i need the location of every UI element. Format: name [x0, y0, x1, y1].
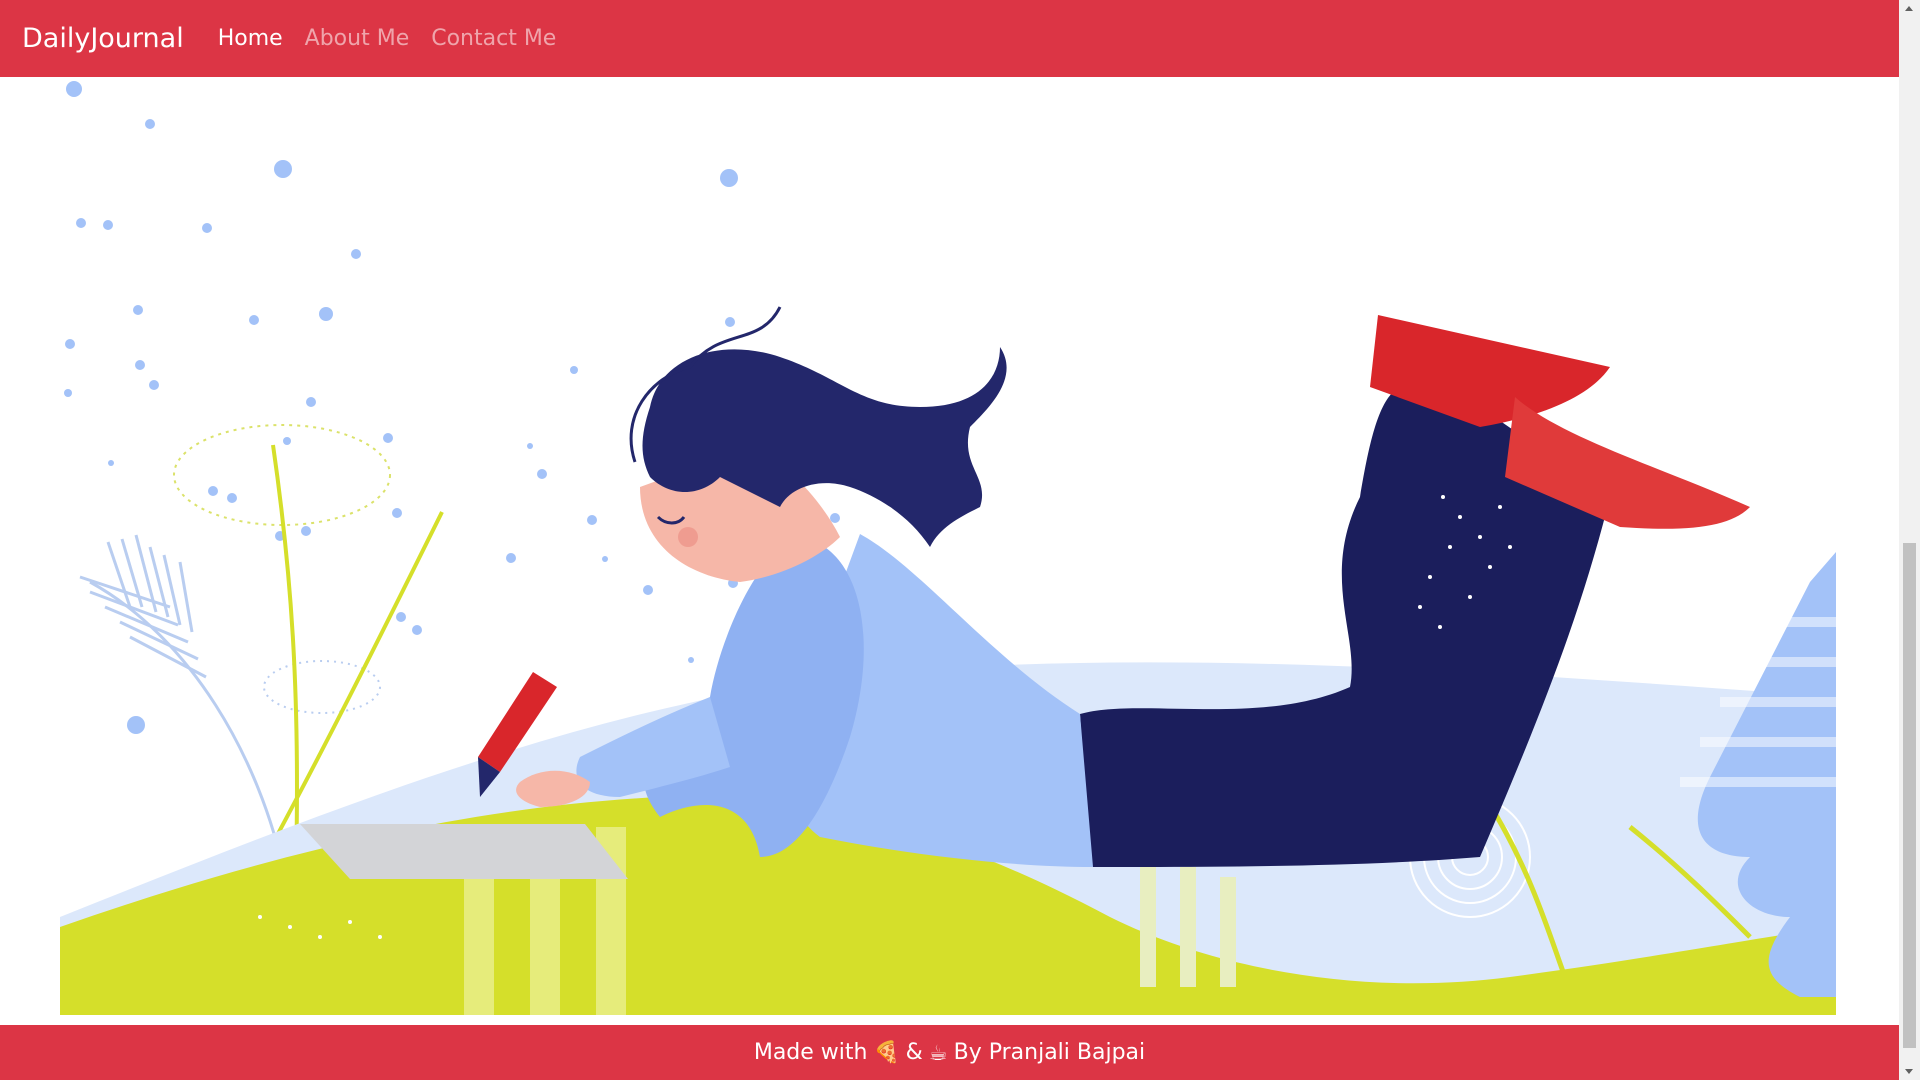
vertical-scrollbar[interactable] — [1899, 0, 1920, 1080]
nav-link-contact-me[interactable]: Contact Me — [431, 26, 556, 51]
nav-link-home[interactable]: Home — [218, 26, 283, 51]
notebook — [300, 824, 628, 879]
navbar: DailyJournal Home About Me Contact Me — [0, 0, 1899, 77]
nav-link-about-me[interactable]: About Me — [305, 26, 410, 51]
scroll-down-arrow-icon[interactable] — [1899, 1063, 1920, 1080]
hero-illustration — [60, 81, 1836, 1015]
pizza-icon: 🍕 — [873, 1040, 900, 1064]
page: DailyJournal Home About Me Contact Me Ma… — [0, 0, 1899, 1080]
footer-prefix: Made with — [753, 1040, 868, 1065]
scroll-thumb[interactable] — [1903, 543, 1916, 1048]
coffee-icon: ☕ — [928, 1040, 948, 1065]
scroll-up-arrow-icon[interactable] — [1899, 0, 1920, 17]
hatched-leaves — [173, 424, 391, 714]
fern-plant — [79, 534, 287, 878]
navbar-brand[interactable]: DailyJournal — [22, 23, 184, 54]
footer: Made with 🍕 & ☕ By Pranjali Bajpai — [0, 1025, 1899, 1080]
footer-ampersand: & — [905, 1040, 923, 1065]
footer-suffix: By Pranjali Bajpai — [953, 1040, 1146, 1065]
